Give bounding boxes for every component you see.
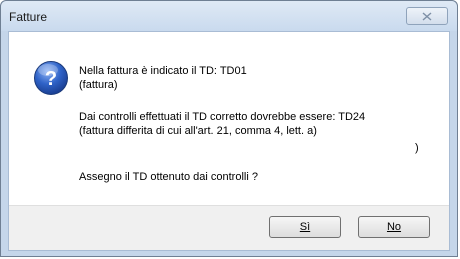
message-line-correct-td: Dai controlli effettuati il TD corretto … xyxy=(79,111,366,123)
yes-button[interactable]: Sì xyxy=(269,216,341,238)
question-text: Assegno il TD ottenuto dai controlli ? xyxy=(79,171,258,183)
no-button[interactable]: No xyxy=(358,216,430,238)
no-button-label: No xyxy=(386,221,402,233)
title-bar[interactable]: Fatture xyxy=(1,1,457,31)
question-icon: ? xyxy=(34,61,68,95)
window-title: Fatture xyxy=(9,10,48,24)
dialog-window: Fatture ? Nella fattura è indicato il TD… xyxy=(0,0,458,257)
close-button[interactable] xyxy=(406,7,448,25)
dialog-client-area: ? Nella fattura è indicato il TD: TD01 (… xyxy=(8,31,450,251)
svg-text:?: ? xyxy=(45,68,57,90)
button-bar: Sì No xyxy=(9,205,449,250)
message-line-td: Nella fattura è indicato il TD: TD01 xyxy=(79,65,247,77)
close-icon xyxy=(422,12,432,21)
stray-parenthesis: ) xyxy=(415,142,419,154)
message-line-td-desc: (fattura) xyxy=(79,79,118,91)
message-area: ? Nella fattura è indicato il TD: TD01 (… xyxy=(9,32,449,206)
message-line-correct-td-desc: (fattura differita di cui all'art. 21, c… xyxy=(79,125,317,137)
yes-button-label: Sì xyxy=(299,221,311,233)
